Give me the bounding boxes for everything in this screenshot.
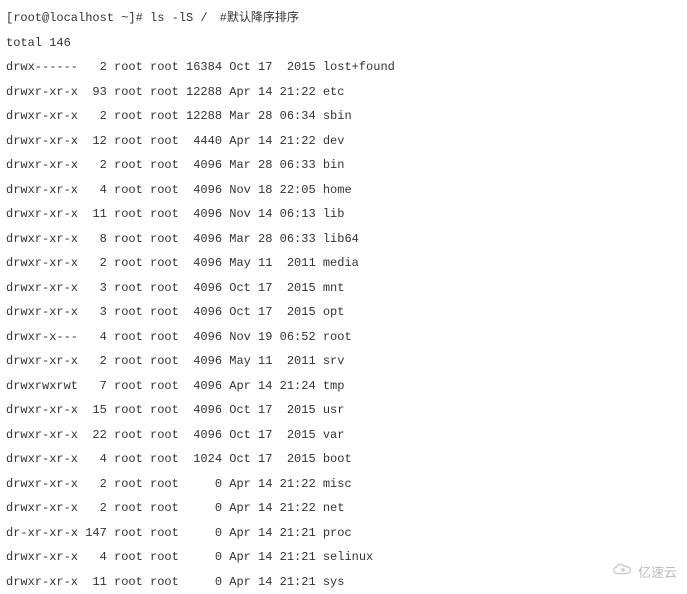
total-line: total 146 bbox=[6, 31, 681, 56]
table-row: drwxr-xr-x 93 root root 12288 Apr 14 21:… bbox=[6, 80, 681, 105]
table-row: drwxr-xr-x 11 root root 0 Apr 14 21:21 s… bbox=[6, 570, 681, 594]
table-row: drwxr-xr-x 2 root root 0 Apr 14 21:22 ne… bbox=[6, 496, 681, 521]
table-row: drwxr-xr-x 2 root root 4096 May 11 2011 … bbox=[6, 349, 681, 374]
table-row: drwxrwxrwt 7 root root 4096 Apr 14 21:24… bbox=[6, 374, 681, 399]
watermark: 亿速云 bbox=[612, 561, 677, 586]
cloud-icon bbox=[612, 561, 638, 586]
table-row: drwxr-xr-x 4 root root 1024 Oct 17 2015 … bbox=[6, 447, 681, 472]
table-row: drwxr-xr-x 2 root root 0 Apr 14 21:22 mi… bbox=[6, 472, 681, 497]
table-row: drwxr-xr-x 3 root root 4096 Oct 17 2015 … bbox=[6, 276, 681, 301]
shell-prompt: [root@localhost ~]# bbox=[6, 11, 150, 25]
table-row: drwxr-xr-x 8 root root 4096 Mar 28 06:33… bbox=[6, 227, 681, 252]
terminal-output: [root@localhost ~]# ls -lS / #默认降序排序 tota… bbox=[6, 6, 681, 594]
command-line: [root@localhost ~]# ls -lS / #默认降序排序 bbox=[6, 6, 681, 31]
command-text: ls -lS / bbox=[150, 11, 208, 25]
table-row: dr-xr-xr-x 147 root root 0 Apr 14 21:21 … bbox=[6, 521, 681, 546]
command-comment: #默认降序排序 bbox=[220, 11, 299, 25]
watermark-text: 亿速云 bbox=[638, 561, 677, 586]
table-row: drwxr-xr-x 11 root root 4096 Nov 14 06:1… bbox=[6, 202, 681, 227]
table-row: drwxr-xr-x 15 root root 4096 Oct 17 2015… bbox=[6, 398, 681, 423]
table-row: drwxr-xr-x 4 root root 4096 Nov 18 22:05… bbox=[6, 178, 681, 203]
table-row: drwxr-xr-x 12 root root 4440 Apr 14 21:2… bbox=[6, 129, 681, 154]
table-row: drwxr-xr-x 2 root root 12288 Mar 28 06:3… bbox=[6, 104, 681, 129]
table-row: drwxr-xr-x 3 root root 4096 Oct 17 2015 … bbox=[6, 300, 681, 325]
table-row: drwxr-xr-x 2 root root 4096 May 11 2011 … bbox=[6, 251, 681, 276]
total-value: 146 bbox=[49, 36, 71, 50]
table-row: drwx------ 2 root root 16384 Oct 17 2015… bbox=[6, 55, 681, 80]
table-row: drwxr-xr-x 4 root root 0 Apr 14 21:21 se… bbox=[6, 545, 681, 570]
file-listing: drwx------ 2 root root 16384 Oct 17 2015… bbox=[6, 55, 681, 594]
total-label: total bbox=[6, 36, 42, 50]
table-row: drwxr-x--- 4 root root 4096 Nov 19 06:52… bbox=[6, 325, 681, 350]
table-row: drwxr-xr-x 2 root root 4096 Mar 28 06:33… bbox=[6, 153, 681, 178]
table-row: drwxr-xr-x 22 root root 4096 Oct 17 2015… bbox=[6, 423, 681, 448]
